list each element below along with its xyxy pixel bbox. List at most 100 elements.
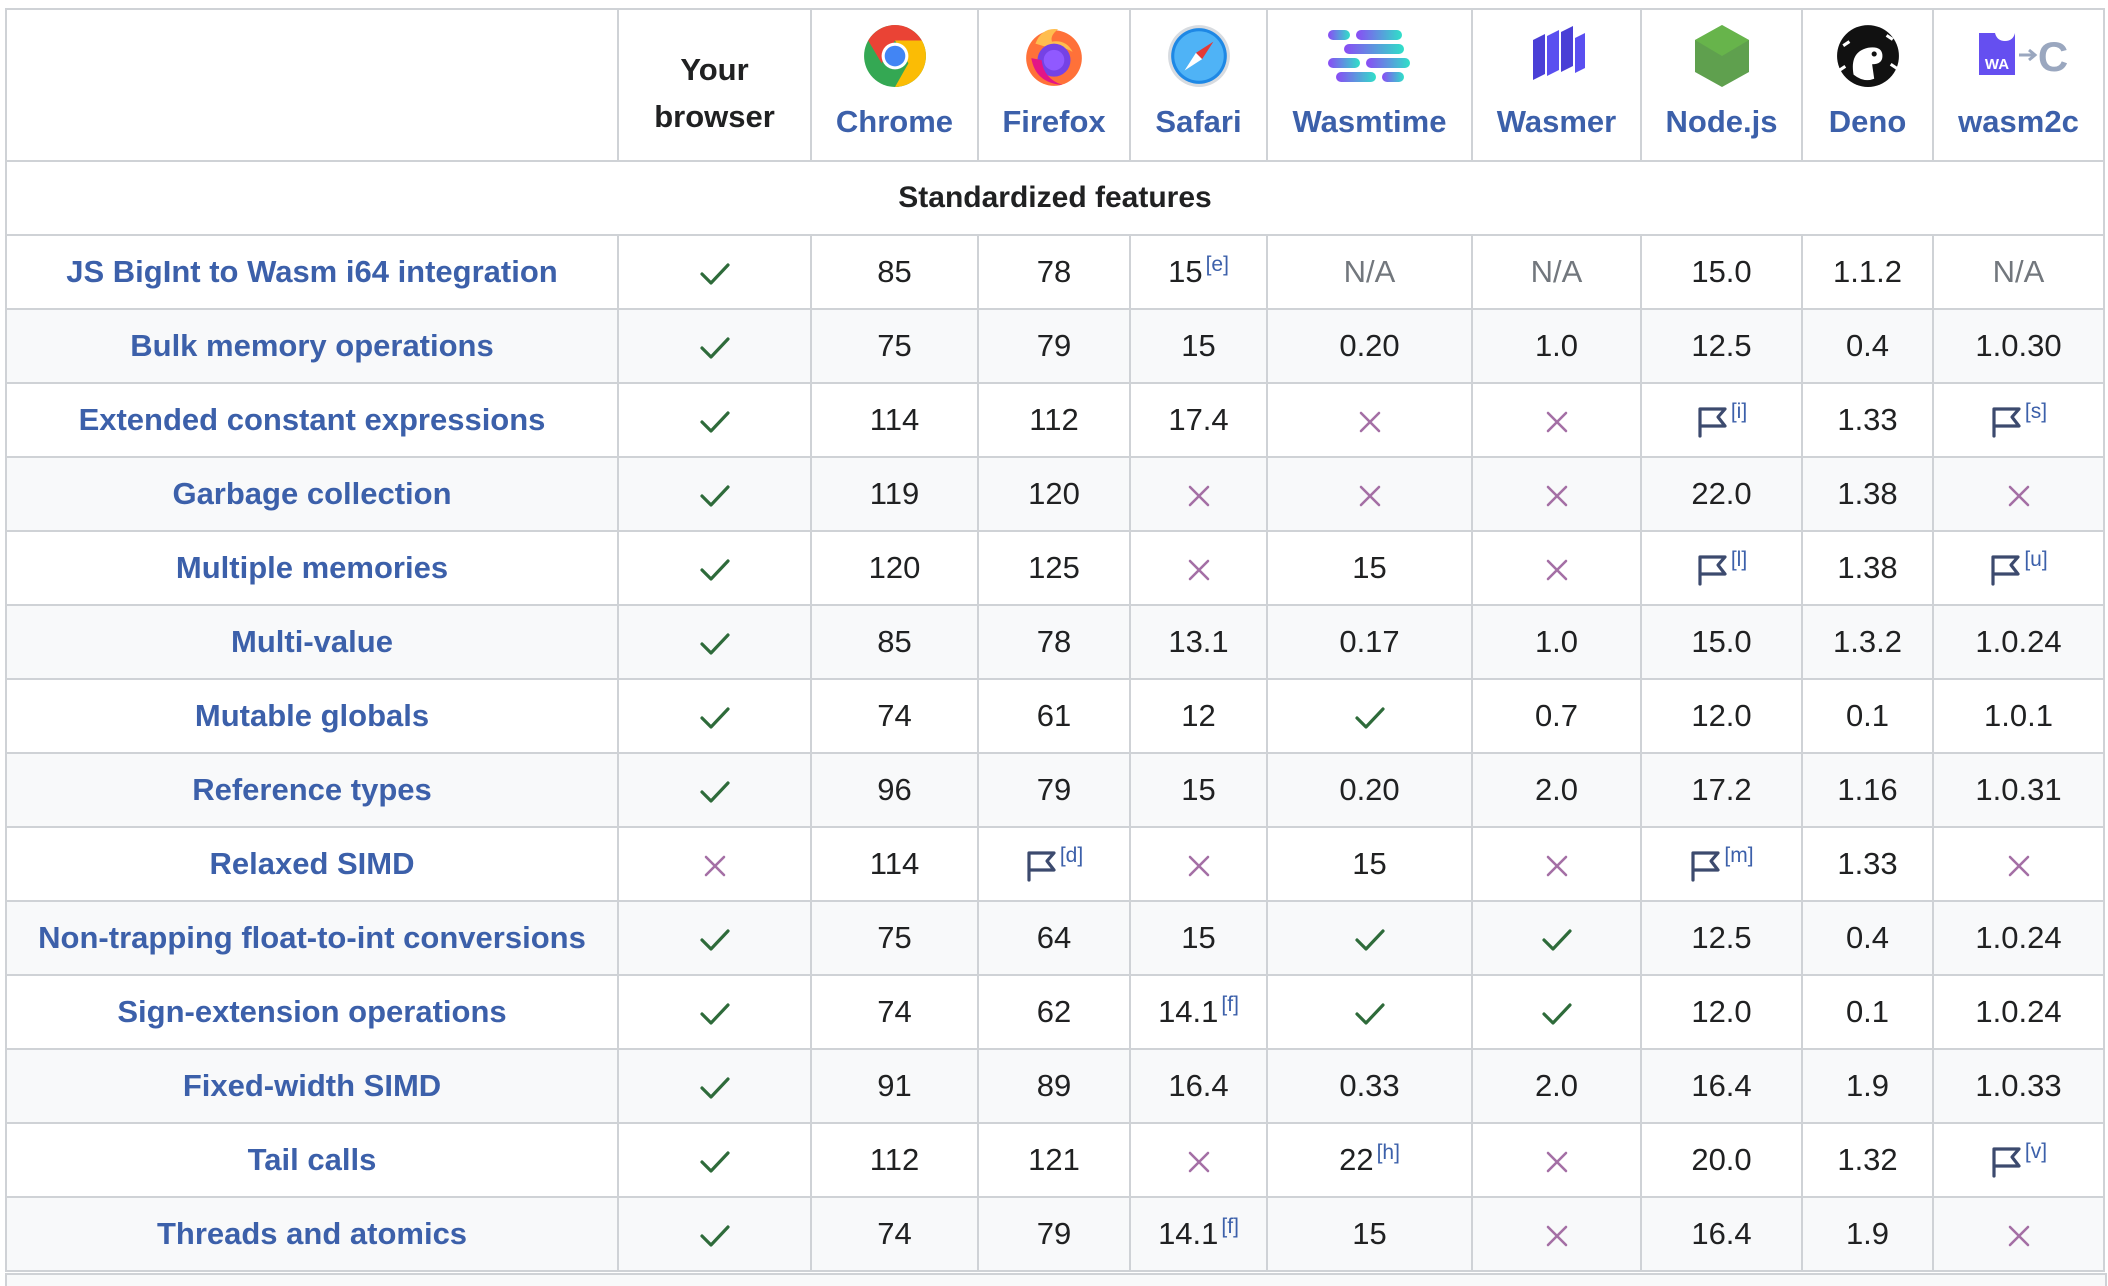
- corner-cell: [5, 8, 619, 162]
- feature-name[interactable]: Extended constant expressions: [79, 402, 546, 437]
- support-cell-firefox: 121: [977, 1122, 1131, 1198]
- header-wasm2c[interactable]: WA C wasm2c: [1932, 8, 2105, 162]
- footnote-link[interactable]: [v]: [2025, 1140, 2047, 1163]
- footnote-link[interactable]: [f]: [1221, 1215, 1239, 1238]
- version-text: 1.3.2: [1833, 624, 1902, 659]
- feature-name[interactable]: Multi-value: [231, 624, 393, 659]
- feature-link[interactable]: Non-trapping float-to-int conversions: [5, 900, 619, 976]
- header-chrome[interactable]: Chrome: [810, 8, 979, 162]
- feature-link[interactable]: Mutable globals: [5, 678, 619, 754]
- feature-link[interactable]: Fixed-width SIMD: [5, 1048, 619, 1124]
- cross-icon: [1358, 402, 1382, 437]
- table-row: Garbage collection 119 120 22.0 1.38: [5, 456, 2105, 532]
- feature-link[interactable]: Extended constant expressions: [5, 382, 619, 458]
- header-wasm2c-label: wasm2c: [1958, 104, 2079, 139]
- footnote-link[interactable]: [s]: [2025, 400, 2047, 423]
- feature-name[interactable]: Garbage collection: [172, 476, 451, 511]
- header-wasmer[interactable]: Wasmer: [1471, 8, 1642, 162]
- feature-name[interactable]: Fixed-width SIMD: [183, 1068, 441, 1103]
- version-text: 15.0: [1691, 254, 1752, 289]
- feature-name[interactable]: Sign-extension operations: [117, 994, 506, 1029]
- support-cell-safari: [1129, 826, 1268, 902]
- feature-link[interactable]: Multiple memories: [5, 530, 619, 606]
- feature-link[interactable]: Garbage collection: [5, 456, 619, 532]
- version-text: 114: [869, 846, 920, 881]
- feature-link[interactable]: Bulk memory operations: [5, 308, 619, 384]
- feature-link[interactable]: Sign-extension operations: [5, 974, 619, 1050]
- support-cell-wasmtime: 0.17: [1266, 604, 1473, 680]
- support-cell-wasmer: [1471, 1122, 1642, 1198]
- version-text: 1.0.30: [1975, 328, 2062, 363]
- wasmer-icon: [1527, 26, 1587, 86]
- feature-name[interactable]: Tail calls: [248, 1142, 377, 1177]
- footnote-link[interactable]: [m]: [1724, 844, 1753, 867]
- header-row: Your browser Chrome Firefox Safari Wasmt…: [5, 8, 2105, 162]
- support-cell-your-browser: [617, 826, 812, 902]
- feature-name[interactable]: Threads and atomics: [157, 1216, 467, 1251]
- cross-icon: [2007, 1216, 2031, 1251]
- feature-name[interactable]: Reference types: [192, 772, 432, 807]
- version-text: 75: [877, 920, 912, 955]
- cross-icon: [1545, 1216, 1569, 1251]
- footnote-link[interactable]: [d]: [1060, 844, 1083, 867]
- feature-name[interactable]: JS BigInt to Wasm i64 integration: [66, 254, 557, 289]
- support-cell-wasmtime: 15: [1266, 530, 1473, 606]
- feature-name[interactable]: Multiple memories: [176, 550, 448, 585]
- support-cell-your-browser: [617, 974, 812, 1050]
- version-text: 1.38: [1837, 476, 1898, 511]
- support-cell-chrome: 75: [810, 308, 979, 384]
- feature-link[interactable]: Multi-value: [5, 604, 619, 680]
- support-cell-wasmer: [1471, 456, 1642, 532]
- support-cell-wasmer: 0.7: [1471, 678, 1642, 754]
- cross-icon: [703, 846, 727, 881]
- support-cell-wasm2c: [1932, 1196, 2105, 1272]
- feature-name[interactable]: Bulk memory operations: [130, 328, 493, 363]
- footnote-link[interactable]: [i]: [1731, 400, 1747, 423]
- header-nodejs[interactable]: Node.js: [1640, 8, 1803, 162]
- feature-link[interactable]: Reference types: [5, 752, 619, 828]
- version-text: 0.1: [1845, 994, 1890, 1029]
- check-icon: [699, 254, 731, 289]
- support-cell-nodejs: 22.0: [1640, 456, 1803, 532]
- feature-name[interactable]: Non-trapping float-to-int conversions: [38, 920, 586, 955]
- header-wasmtime[interactable]: Wasmtime: [1266, 8, 1473, 162]
- support-cell-safari: [1129, 530, 1268, 606]
- header-safari-label: Safari: [1155, 104, 1242, 139]
- check-icon: [699, 920, 731, 955]
- footnote-link[interactable]: [l]: [1731, 548, 1747, 571]
- version-text: 15: [1181, 920, 1216, 955]
- feature-link[interactable]: Threads and atomics: [5, 1196, 619, 1272]
- feature-link[interactable]: JS BigInt to Wasm i64 integration: [5, 234, 619, 310]
- header-wasmtime-label: Wasmtime: [1292, 104, 1447, 139]
- support-cell-deno: 1.33: [1801, 382, 1934, 458]
- version-text: 1.33: [1837, 846, 1898, 881]
- svg-text:C: C: [2037, 33, 2067, 80]
- version-text: 12.5: [1691, 920, 1752, 955]
- footnote-link[interactable]: [e]: [1206, 253, 1229, 276]
- version-text: 12: [1181, 698, 1216, 733]
- support-cell-safari: 13.1: [1129, 604, 1268, 680]
- footnote-link[interactable]: [h]: [1377, 1141, 1400, 1164]
- footnote-link[interactable]: [u]: [2024, 548, 2047, 571]
- support-cell-wasmer: N/A: [1471, 234, 1642, 310]
- feature-name[interactable]: Relaxed SIMD: [209, 846, 414, 881]
- support-cell-chrome: 114: [810, 826, 979, 902]
- feature-link[interactable]: Tail calls: [5, 1122, 619, 1198]
- header-safari[interactable]: Safari: [1129, 8, 1268, 162]
- support-cell-wasm2c: 1.0.33: [1932, 1048, 2105, 1124]
- support-cell-nodejs: [m]: [1640, 826, 1803, 902]
- support-cell-wasmer: 2.0: [1471, 752, 1642, 828]
- version-text: 91: [877, 1068, 912, 1103]
- feature-name[interactable]: Mutable globals: [195, 698, 429, 733]
- header-firefox[interactable]: Firefox: [977, 8, 1131, 162]
- support-cell-your-browser: [617, 678, 812, 754]
- support-cell-your-browser: [617, 752, 812, 828]
- header-deno[interactable]: Deno: [1801, 8, 1934, 162]
- feature-link[interactable]: Relaxed SIMD: [5, 826, 619, 902]
- table-row: Threads and atomics 74 79 14.1 [f] 15 16.4 1.9: [5, 1196, 2105, 1272]
- footnote-link[interactable]: [f]: [1221, 993, 1239, 1016]
- support-cell-deno: 1.38: [1801, 456, 1934, 532]
- support-cell-wasm2c: N/A: [1932, 234, 2105, 310]
- your-browser-label-line1: Your: [680, 52, 749, 87]
- support-cell-wasmer: [1471, 974, 1642, 1050]
